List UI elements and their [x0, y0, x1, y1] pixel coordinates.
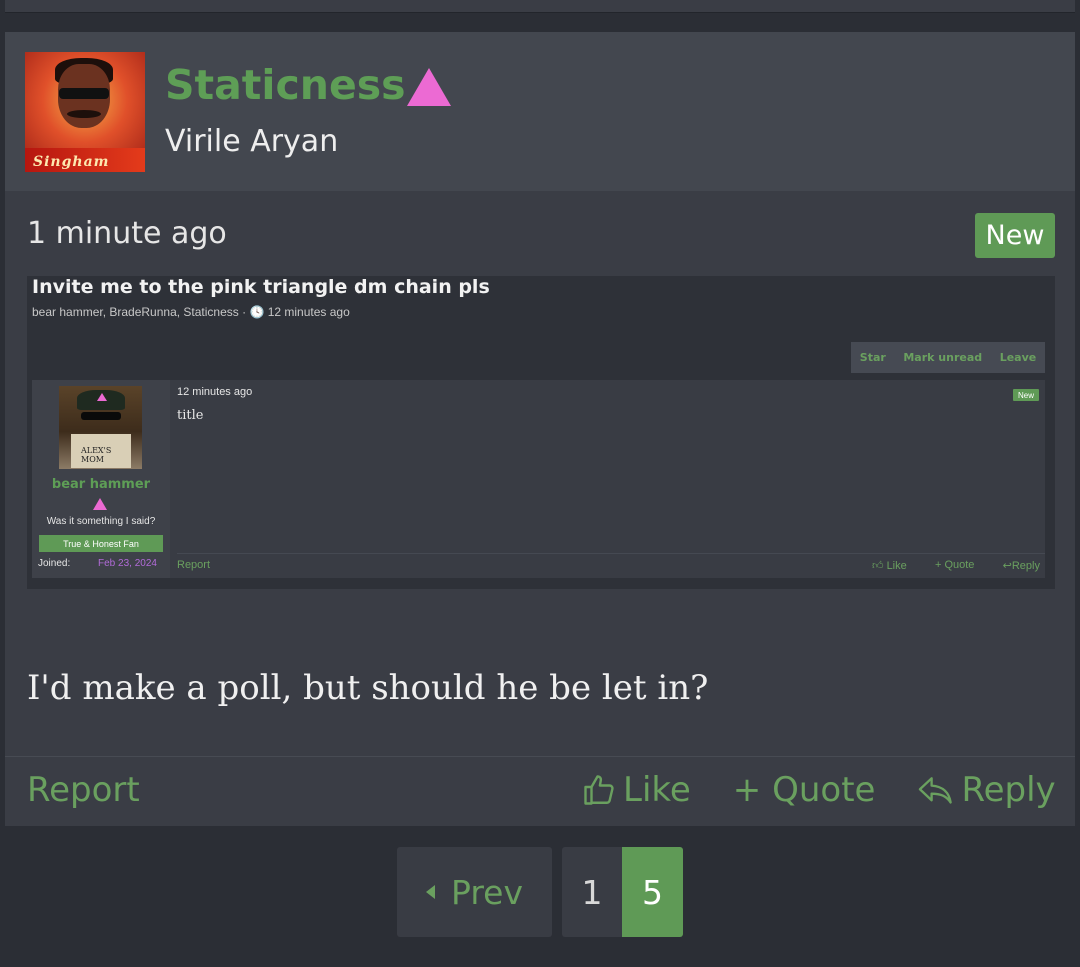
embed-like-button: 👍︎ Like	[872, 559, 907, 572]
embed-star-button: Star	[859, 351, 886, 364]
embed-user-title: Was it something I said?	[46, 516, 156, 527]
previous-post-edge	[5, 0, 1075, 13]
post-header: Singham Staticness Virile Aryan	[5, 32, 1075, 191]
post-body: I'd make a poll, but should he be let in…	[27, 668, 709, 708]
embed-reply-button: ↩Reply	[1003, 559, 1040, 572]
embed-joined-label: Joined:	[38, 558, 71, 569]
embed-thread-title: Invite me to the pink triangle dm chain …	[32, 276, 490, 298]
embed-like-icon: 👍︎	[872, 560, 884, 572]
caret-left-icon	[426, 885, 435, 899]
quote-button[interactable]: + Quote	[733, 770, 876, 810]
reply-button[interactable]: Reply	[917, 770, 1056, 810]
embed-message: ALEX'S MOM bear hammer Was it something …	[32, 380, 1045, 578]
embed-pink-triangle-icon	[93, 498, 107, 510]
like-label: Like	[623, 770, 691, 810]
reply-label: Reply	[961, 770, 1056, 810]
embed-leave-button: Leave	[999, 351, 1037, 364]
embed-reply-icon: ↩	[1002, 560, 1012, 572]
embed-avatar: ALEX'S MOM	[59, 386, 142, 469]
embed-avatar-text: ALEX'S MOM	[81, 446, 112, 464]
page-link-1[interactable]: 1	[562, 847, 622, 937]
embed-message-actions: 👍︎ Like + Quote ↩Reply	[872, 559, 1040, 572]
embed-like-label: Like	[886, 560, 907, 572]
page-link-current[interactable]: 5	[622, 847, 683, 937]
post-timestamp[interactable]: 1 minute ago	[27, 216, 227, 251]
embed-quote-button: + Quote	[934, 559, 975, 571]
embed-user-banner: True & Honest Fan	[39, 535, 163, 552]
embed-message-time: 12 minutes ago	[177, 386, 253, 398]
report-link[interactable]: Report	[27, 770, 140, 810]
reply-icon	[919, 777, 953, 804]
avatar-logo-text: Singham	[33, 154, 110, 170]
post-footer-divider	[5, 756, 1075, 757]
embed-reply-label: Reply	[1011, 560, 1040, 572]
embed-thread-actions: Star Mark unread Leave	[851, 342, 1045, 373]
like-button[interactable]: Like	[581, 770, 691, 810]
user-title: Virile Aryan	[165, 124, 339, 159]
embed-report-link: Report	[177, 559, 211, 571]
thumbs-up-icon	[584, 775, 614, 805]
pink-triangle-icon	[407, 68, 451, 106]
prev-label: Prev	[451, 872, 523, 912]
embed-user-panel: ALEX'S MOM bear hammer Was it something …	[32, 380, 170, 578]
embedded-screenshot[interactable]: Invite me to the pink triangle dm chain …	[27, 276, 1055, 589]
embed-joined-date: Feb 23, 2024	[98, 558, 157, 569]
new-badge: New	[975, 213, 1055, 258]
embed-mark-unread-button: Mark unread	[903, 351, 983, 364]
embed-username: bear hammer	[51, 477, 151, 492]
post-actions: Like + Quote Reply	[575, 770, 1056, 810]
username[interactable]: Staticness	[165, 60, 406, 110]
embed-message-body: title	[177, 408, 204, 423]
embed-divider	[177, 553, 1045, 554]
post: Singham Staticness Virile Aryan 1 minute…	[5, 32, 1075, 826]
quote-label: + Quote	[732, 770, 876, 810]
embed-participants: bear hammer, BradeRunna, Staticness · 🕓 …	[32, 305, 350, 319]
avatar[interactable]: Singham	[25, 52, 145, 172]
prev-page-button[interactable]: Prev	[397, 847, 552, 937]
embed-new-badge: New	[1013, 389, 1039, 401]
